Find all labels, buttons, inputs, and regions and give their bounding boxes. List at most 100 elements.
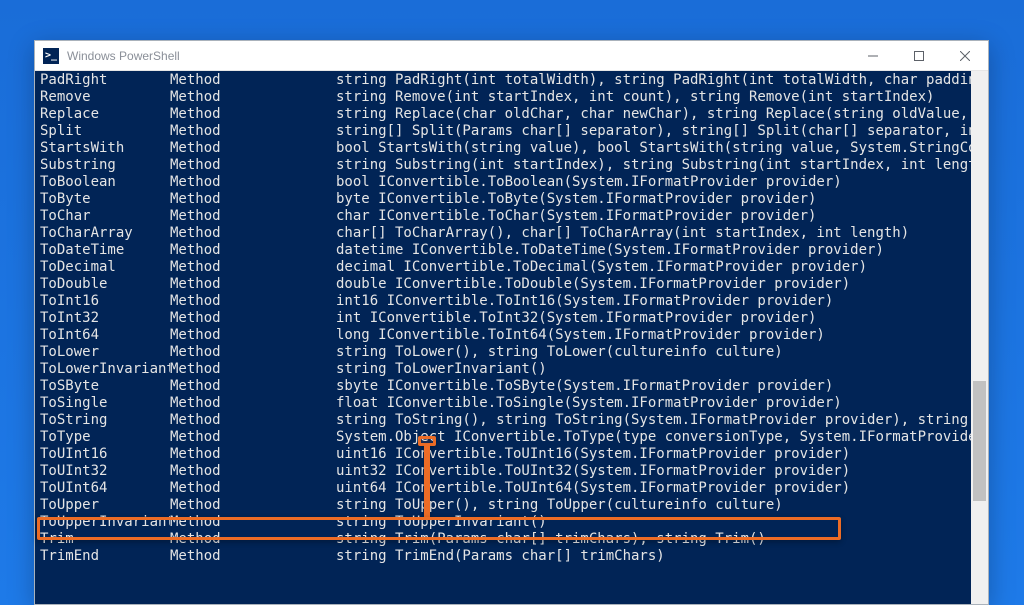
output-row: ToDateTimeMethoddatetime IConvertible.To… xyxy=(40,242,988,259)
member-definition: string Remove(int startIndex, int count)… xyxy=(336,89,976,106)
output-row: ToUpperMethodstring ToUpper(), string To… xyxy=(40,497,988,514)
member-name: ToUInt32 xyxy=(40,463,170,480)
member-name: ToByte xyxy=(40,191,170,208)
output-row: ToInt32Methodint IConvertible.ToInt32(Sy… xyxy=(40,310,988,327)
output-row: PadRightMethodstring PadRight(int totalW… xyxy=(40,72,988,89)
member-name: ToBoolean xyxy=(40,174,170,191)
member-type: Method xyxy=(170,225,336,242)
member-name: ToSingle xyxy=(40,395,170,412)
terminal-output[interactable]: PadRightMethodstring PadRight(int totalW… xyxy=(35,71,988,604)
member-name: ToInt64 xyxy=(40,327,170,344)
scrollbar[interactable] xyxy=(971,71,988,604)
member-definition: decimal IConvertible.ToDecimal(System.IF… xyxy=(336,259,976,276)
member-definition: uint32 IConvertible.ToUInt32(System.IFor… xyxy=(336,463,976,480)
member-name: ToSByte xyxy=(40,378,170,395)
output-row: ToUInt16Methoduint16 IConvertible.ToUInt… xyxy=(40,446,988,463)
member-type: Method xyxy=(170,412,336,429)
member-type: Method xyxy=(170,106,336,123)
member-name: ToUpperInvariant xyxy=(40,514,170,531)
member-type: Method xyxy=(170,89,336,106)
member-definition: string ToString(), string ToString(Syste… xyxy=(336,412,976,429)
member-definition: double IConvertible.ToDouble(System.IFor… xyxy=(336,276,976,293)
titlebar[interactable]: >_ Windows PowerShell xyxy=(35,41,988,71)
member-definition: bool StartsWith(string value), bool Star… xyxy=(336,140,976,157)
member-type: Method xyxy=(170,548,336,565)
output-row: TrimMethodstring Trim(Params char[] trim… xyxy=(40,531,988,548)
output-row: ToLowerInvariantMethodstring ToLowerInva… xyxy=(40,361,988,378)
member-type: Method xyxy=(170,327,336,344)
powershell-icon: >_ xyxy=(43,48,59,64)
member-name: ToString xyxy=(40,412,170,429)
member-name: ToChar xyxy=(40,208,170,225)
member-definition: string ToLower(), string ToLower(culture… xyxy=(336,344,976,361)
member-type: Method xyxy=(170,378,336,395)
member-name: ToLowerInvariant xyxy=(40,361,170,378)
output-row: StartsWithMethodbool StartsWith(string v… xyxy=(40,140,988,157)
member-name: ToDouble xyxy=(40,276,170,293)
member-type: Method xyxy=(170,514,336,531)
member-definition: string ToLowerInvariant() xyxy=(336,361,976,378)
member-definition: byte IConvertible.ToByte(System.IFormatP… xyxy=(336,191,976,208)
window-title: Windows PowerShell xyxy=(67,49,180,63)
member-name: ToInt16 xyxy=(40,293,170,310)
member-definition: bool IConvertible.ToBoolean(System.IForm… xyxy=(336,174,976,191)
member-name: ToLower xyxy=(40,344,170,361)
member-definition: string[] Split(Params char[] separator),… xyxy=(336,123,976,140)
member-name: Remove xyxy=(40,89,170,106)
member-definition: datetime IConvertible.ToDateTime(System.… xyxy=(336,242,976,259)
output-row: ToLowerMethodstring ToLower(), string To… xyxy=(40,344,988,361)
member-name: ToType xyxy=(40,429,170,446)
member-name: ToUpper xyxy=(40,497,170,514)
output-row: ToStringMethodstring ToString(), string … xyxy=(40,412,988,429)
member-name: PadRight xyxy=(40,72,170,89)
member-definition: char IConvertible.ToChar(System.IFormatP… xyxy=(336,208,976,225)
output-row: ReplaceMethodstring Replace(char oldChar… xyxy=(40,106,988,123)
member-name: ToDateTime xyxy=(40,242,170,259)
output-row: ToByteMethodbyte IConvertible.ToByte(Sys… xyxy=(40,191,988,208)
member-definition: string ToUpper(), string ToUpper(culture… xyxy=(336,497,976,514)
member-definition: System.Object IConvertible.ToType(type c… xyxy=(336,429,976,446)
output-row: SplitMethodstring[] Split(Params char[] … xyxy=(40,123,988,140)
member-definition: string Trim(Params char[] trimChars), st… xyxy=(336,531,976,548)
scroll-thumb[interactable] xyxy=(973,381,986,501)
member-type: Method xyxy=(170,140,336,157)
member-type: Method xyxy=(170,157,336,174)
member-name: Trim xyxy=(40,531,170,548)
output-row: ToCharArrayMethodchar[] ToCharArray(), c… xyxy=(40,225,988,242)
output-row: ToUInt32Methoduint32 IConvertible.ToUInt… xyxy=(40,463,988,480)
member-type: Method xyxy=(170,344,336,361)
member-type: Method xyxy=(170,242,336,259)
member-type: Method xyxy=(170,361,336,378)
member-type: Method xyxy=(170,191,336,208)
member-name: Substring xyxy=(40,157,170,174)
member-definition: int16 IConvertible.ToInt16(System.IForma… xyxy=(336,293,976,310)
member-name: ToUInt16 xyxy=(40,446,170,463)
member-name: Split xyxy=(40,123,170,140)
output-row: ToBooleanMethodbool IConvertible.ToBoole… xyxy=(40,174,988,191)
member-type: Method xyxy=(170,429,336,446)
output-row: ToUpperInvariantMethodstring ToUpperInva… xyxy=(40,514,988,531)
member-type: Method xyxy=(170,497,336,514)
member-type: Method xyxy=(170,310,336,327)
member-type: Method xyxy=(170,531,336,548)
member-type: Method xyxy=(170,293,336,310)
member-type: Method xyxy=(170,123,336,140)
member-name: ToInt32 xyxy=(40,310,170,327)
member-definition: int IConvertible.ToInt32(System.IFormatP… xyxy=(336,310,976,327)
output-row: ToDoubleMethoddouble IConvertible.ToDoub… xyxy=(40,276,988,293)
minimize-button[interactable] xyxy=(850,41,896,70)
close-button[interactable] xyxy=(942,41,988,70)
member-definition: sbyte IConvertible.ToSByte(System.IForma… xyxy=(336,378,976,395)
member-definition: char[] ToCharArray(), char[] ToCharArray… xyxy=(336,225,976,242)
member-type: Method xyxy=(170,72,336,89)
member-type: Method xyxy=(170,276,336,293)
maximize-button[interactable] xyxy=(896,41,942,70)
member-type: Method xyxy=(170,395,336,412)
window-controls xyxy=(850,41,988,70)
member-definition: string Replace(char oldChar, char newCha… xyxy=(336,106,976,123)
output-row: SubstringMethodstring Substring(int star… xyxy=(40,157,988,174)
output-row: ToSingleMethodfloat IConvertible.ToSingl… xyxy=(40,395,988,412)
output-row: ToUInt64Methoduint64 IConvertible.ToUInt… xyxy=(40,480,988,497)
member-type: Method xyxy=(170,208,336,225)
member-type: Method xyxy=(170,463,336,480)
